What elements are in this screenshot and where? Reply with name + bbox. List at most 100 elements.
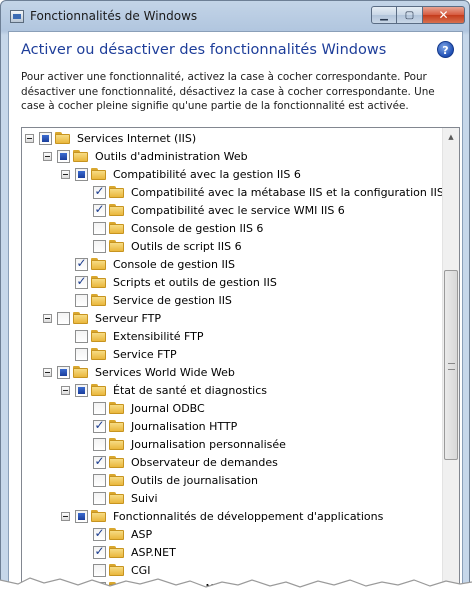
- tree-item-label: ASP: [131, 527, 153, 541]
- tree-item[interactable]: Console de gestion IIS 6: [79, 219, 263, 237]
- feature-checkbox[interactable]: [93, 202, 106, 217]
- feature-checkbox[interactable]: [39, 131, 52, 145]
- tree-item[interactable]: Service FTP: [61, 345, 177, 363]
- scroll-up-arrow-icon[interactable]: ▲: [443, 128, 459, 145]
- tree-item[interactable]: Outils de journalisation: [79, 471, 258, 489]
- tree-item-label: Observateur de demandes: [131, 455, 278, 469]
- tree-item[interactable]: Scripts et outils de gestion IIS: [61, 273, 277, 291]
- feature-checkbox[interactable]: [93, 526, 106, 541]
- folder-icon: [109, 474, 125, 486]
- feature-checkbox[interactable]: [57, 149, 70, 163]
- feature-checkbox[interactable]: [57, 311, 70, 325]
- tree-item[interactable]: Outils d'administration Web: [43, 147, 248, 165]
- folder-icon: [91, 294, 107, 306]
- feature-checkbox[interactable]: [93, 491, 106, 505]
- features-tree[interactable]: Services Internet (IIS) Outils d'administ…: [21, 127, 460, 593]
- tree-item-label: Outils d'administration Web: [95, 149, 248, 163]
- vertical-scrollbar[interactable]: ▲ ▼: [442, 128, 459, 593]
- folder-icon: [91, 330, 107, 342]
- folder-icon: [109, 240, 125, 252]
- feature-checkbox[interactable]: [93, 454, 106, 469]
- folder-icon: [109, 402, 125, 414]
- folder-icon: [91, 258, 107, 270]
- collapse-icon[interactable]: [25, 133, 34, 143]
- tree-item[interactable]: Outils de script IIS 6: [79, 237, 242, 255]
- dialog-content: Activer ou désactiver des fonctionnalité…: [8, 31, 463, 593]
- tree-item-label: Console de gestion IIS: [113, 257, 235, 271]
- folder-icon: [109, 438, 125, 450]
- tree-item[interactable]: Fonctionnalités de développement d'appli…: [61, 507, 383, 525]
- tree-item[interactable]: Compatibilité avec la gestion IIS 6: [61, 165, 301, 183]
- tree-item[interactable]: ASP.NET: [79, 543, 176, 561]
- scrollbar-grip-icon: [448, 363, 455, 370]
- folder-icon: [109, 528, 125, 540]
- tree-item[interactable]: Extensibilité FTP: [61, 327, 204, 345]
- tree-item[interactable]: État de santé et diagnostics: [61, 381, 267, 399]
- tree-item-label: Suivi: [131, 491, 158, 505]
- folder-icon: [73, 150, 89, 162]
- feature-checkbox[interactable]: [75, 329, 88, 343]
- help-icon[interactable]: ?: [437, 41, 454, 58]
- feature-checkbox[interactable]: [75, 167, 88, 181]
- collapse-icon[interactable]: [43, 151, 52, 161]
- tree-item[interactable]: Services Internet (IIS): [25, 129, 196, 147]
- tree-item[interactable]: Compatibilité avec la métabase IIS et la…: [79, 183, 454, 201]
- tree-item-label: Serveur FTP: [95, 311, 162, 325]
- tree-item[interactable]: Suivi: [79, 489, 158, 507]
- feature-checkbox[interactable]: [93, 418, 106, 433]
- tree-item-label: Outils de journalisation: [131, 473, 258, 487]
- folder-icon: [109, 546, 125, 558]
- tree-item[interactable]: Journal ODBC: [79, 399, 205, 417]
- feature-checkbox[interactable]: [57, 365, 70, 379]
- tree-item[interactable]: Console de gestion IIS: [61, 255, 235, 273]
- tree-item[interactable]: Journalisation personnalisée: [79, 435, 286, 453]
- folder-icon: [109, 456, 125, 468]
- collapse-icon[interactable]: [43, 367, 52, 377]
- tree-item[interactable]: Observateur de demandes: [79, 453, 278, 471]
- windows-features-icon: [10, 10, 24, 23]
- tree-item-label: Compatibilité avec la métabase IIS et la…: [131, 185, 455, 199]
- tree-item-label: Services Internet (IIS): [77, 131, 197, 145]
- feature-checkbox[interactable]: [93, 401, 106, 415]
- folder-icon: [109, 222, 125, 234]
- tree-item[interactable]: Journalisation HTTP: [79, 417, 237, 435]
- feature-checkbox[interactable]: [93, 544, 106, 559]
- folder-icon: [73, 312, 89, 324]
- minimize-button[interactable]: ▁: [371, 6, 397, 24]
- maximize-button[interactable]: ▢: [397, 6, 423, 24]
- close-button[interactable]: ✕: [423, 6, 465, 24]
- tree-item-label: Fonctionnalités de développement d'appli…: [113, 509, 384, 523]
- tree-item[interactable]: ASP: [79, 525, 152, 543]
- features-window: Fonctionnalités de Windows ▁ ▢ ✕ Activer…: [0, 0, 470, 594]
- tree-item[interactable]: Compatibilité avec le service WMI IIS 6: [79, 201, 345, 219]
- folder-icon: [109, 204, 125, 216]
- folder-icon: [109, 186, 125, 198]
- window-title: Fonctionnalités de Windows: [30, 9, 198, 23]
- feature-checkbox[interactable]: [75, 347, 88, 361]
- feature-checkbox[interactable]: [75, 509, 88, 523]
- feature-checkbox[interactable]: [93, 473, 106, 487]
- feature-checkbox[interactable]: [93, 221, 106, 235]
- collapse-icon[interactable]: [61, 511, 70, 521]
- tree-item[interactable]: Serveur FTP: [43, 309, 161, 327]
- feature-checkbox[interactable]: [93, 184, 106, 199]
- feature-checkbox[interactable]: [75, 274, 88, 289]
- feature-checkbox[interactable]: [75, 293, 88, 307]
- folder-icon: [91, 276, 107, 288]
- feature-checkbox[interactable]: [93, 239, 106, 253]
- tree-item[interactable]: Service de gestion IIS: [61, 291, 232, 309]
- tree-item-label: ASP.NET: [131, 545, 176, 559]
- title-bar[interactable]: Fonctionnalités de Windows ▁ ▢ ✕: [1, 1, 469, 31]
- page-title: Activer ou désactiver des fonctionnalité…: [21, 42, 387, 58]
- feature-checkbox[interactable]: [75, 383, 88, 397]
- feature-checkbox[interactable]: [93, 437, 106, 451]
- tree-item[interactable]: Services World Wide Web: [43, 363, 235, 381]
- collapse-icon[interactable]: [61, 169, 70, 179]
- tree-item-label: Compatibilité avec le service WMI IIS 6: [131, 203, 345, 217]
- collapse-icon[interactable]: [61, 385, 70, 395]
- scrollbar-thumb[interactable]: [444, 270, 458, 460]
- collapse-icon[interactable]: [43, 313, 52, 323]
- tree-item-label: Compatibilité avec la gestion IIS 6: [113, 167, 301, 181]
- tree-item-label: Service FTP: [113, 347, 177, 361]
- feature-checkbox[interactable]: [75, 256, 88, 271]
